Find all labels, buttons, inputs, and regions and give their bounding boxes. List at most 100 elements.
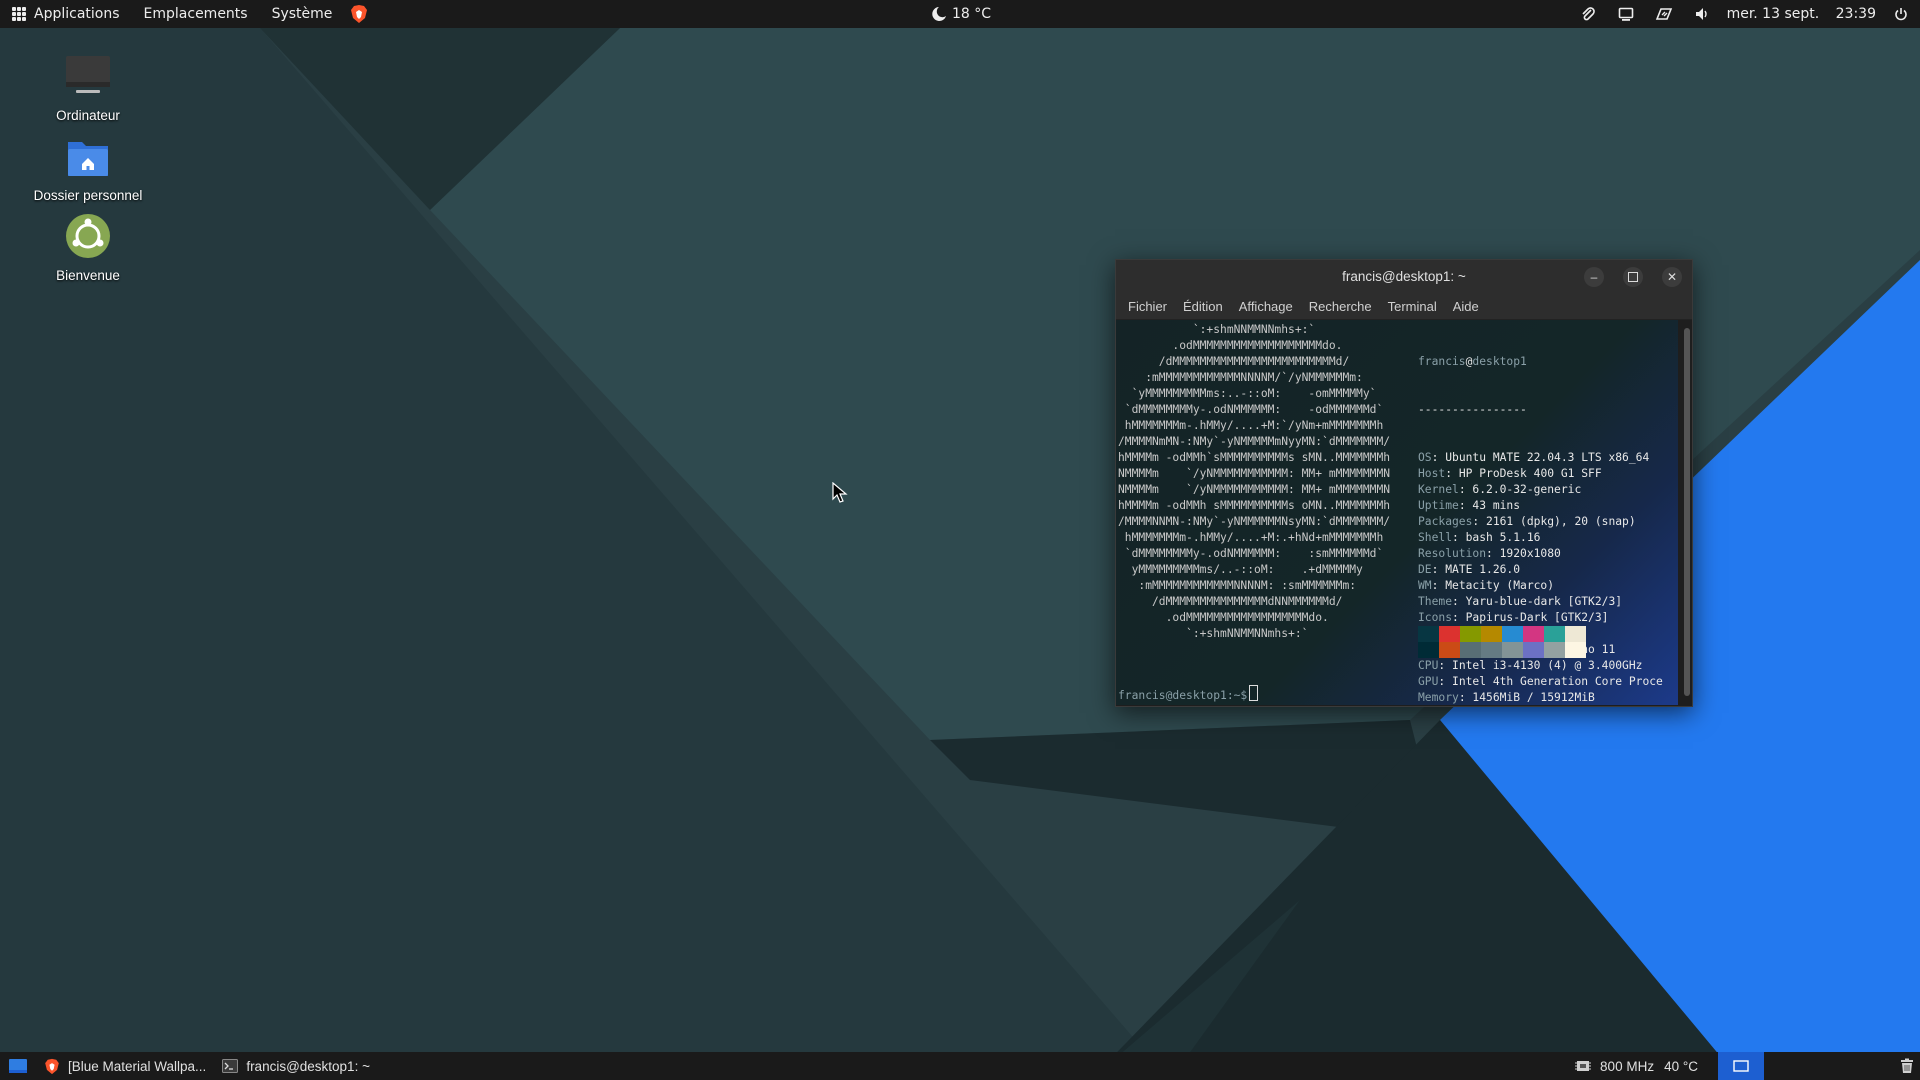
info-value: Ubuntu MATE 22.04.3 LTS x86_64	[1445, 451, 1650, 464]
window-title: francis@desktop1: ~	[1342, 269, 1466, 284]
desktop-icon-welcome[interactable]: Bienvenue	[18, 210, 158, 283]
info-colon: :	[1458, 499, 1473, 512]
info-value: 1920x1080	[1499, 547, 1561, 560]
apps-grid-icon	[12, 7, 26, 21]
info-colon: :	[1486, 547, 1500, 560]
taskbar-item-terminal[interactable]: francis@desktop1: ~	[214, 1052, 378, 1080]
color-swatch	[1565, 626, 1586, 642]
network-tray-icon[interactable]	[1645, 0, 1683, 28]
info-colon: :	[1452, 611, 1466, 624]
color-swatch	[1460, 642, 1481, 658]
menu-affichage[interactable]: Affichage	[1231, 299, 1301, 314]
desktop-icon-label: Bienvenue	[56, 268, 120, 283]
workspace-icon	[1733, 1060, 1749, 1072]
terminal-titlebar[interactable]: francis@desktop1: ~ – ✕	[1116, 260, 1692, 293]
clock-applet[interactable]: mer. 13 sept. 23:39	[1721, 6, 1882, 22]
moon-cloud-icon	[932, 7, 946, 21]
brave-browser-icon	[45, 1058, 59, 1074]
terminal-scrollbar[interactable]	[1684, 328, 1690, 696]
color-swatch	[1418, 642, 1439, 658]
terminal-output[interactable]: `:+shmNNMMNNmhs+:` .odMMMMMMMMMMMMMMMMMM…	[1116, 320, 1678, 705]
info-line: Host: HP ProDesk 400 G1 SFF	[1418, 466, 1663, 482]
clipboard-tray-icon[interactable]	[1569, 0, 1607, 28]
info-colon: :	[1438, 675, 1453, 688]
info-lines: OS: Ubuntu MATE 22.04.3 LTS x86_64 Host: …	[1418, 450, 1663, 705]
bottom-tray: 800 MHz 40 °C	[1566, 1052, 1920, 1080]
menu-recherche[interactable]: Recherche	[1301, 299, 1380, 314]
color-swatch	[1481, 642, 1502, 658]
display-tray-icon[interactable]	[1607, 0, 1645, 28]
speaker-icon	[1695, 8, 1707, 20]
volume-tray-icon[interactable]	[1683, 0, 1721, 28]
info-line: Theme: Yaru-blue-dark [GTK2/3]	[1418, 594, 1663, 610]
desktop-icon-label: Ordinateur	[56, 108, 120, 123]
info-line: CPU: Intel i3-4130 (4) @ 3.400GHz	[1418, 658, 1663, 674]
desktop-icon-computer[interactable]: Ordinateur	[18, 50, 158, 123]
color-palette	[1418, 626, 1586, 658]
menu-aide[interactable]: Aide	[1445, 299, 1487, 314]
cpu-temperature: 40 °C	[1664, 1058, 1698, 1074]
color-swatch	[1502, 642, 1523, 658]
info-value: 1456MiB / 15912MiB	[1472, 691, 1595, 704]
shell-prompt[interactable]: francis@desktop1:~$	[1118, 685, 1259, 704]
prompt-text: francis@desktop1:~$	[1118, 689, 1248, 702]
brave-browser-icon	[351, 5, 368, 23]
show-desktop-button[interactable]	[0, 1052, 36, 1080]
top-panel: Applications Emplacements Système 18 °C	[0, 0, 1920, 28]
info-key: Shell	[1418, 531, 1453, 544]
info-key: Theme	[1418, 595, 1453, 608]
brave-launcher[interactable]	[344, 0, 374, 28]
cpu-frequency: 800 MHz	[1600, 1058, 1655, 1074]
places-menu[interactable]: Emplacements	[132, 0, 260, 28]
info-key: GPU	[1418, 675, 1439, 688]
info-colon: :	[1431, 563, 1446, 576]
menu-fichier[interactable]: Fichier	[1120, 299, 1175, 314]
system-menu[interactable]: Système	[260, 0, 345, 28]
info-line: Resolution: 1920x1080	[1418, 546, 1663, 562]
trash-button[interactable]	[1894, 1052, 1920, 1080]
info-value: Papirus-Dark [GTK2/3]	[1465, 611, 1609, 624]
color-swatch	[1502, 626, 1523, 642]
workspace-switcher[interactable]	[1718, 1052, 1764, 1080]
mouse-pointer-icon	[832, 482, 848, 503]
separator-line: ----------------	[1418, 403, 1527, 416]
info-key: Memory	[1418, 691, 1459, 704]
text-cursor	[1249, 685, 1259, 701]
ubuntu-ascii-logo: `:+shmNNMMNNmhs+:` .odMMMMMMMMMMMMMMMMMM…	[1118, 323, 1391, 640]
minimize-button[interactable]: –	[1584, 267, 1604, 287]
applications-menu[interactable]: Applications	[0, 0, 132, 28]
info-line: GPU: Intel 4th Generation Core Proce	[1418, 674, 1663, 690]
info-line: Memory: 1456MiB / 15912MiB	[1418, 690, 1663, 705]
info-value: Intel i3-4130 (4) @ 3.400GHz	[1452, 659, 1643, 672]
info-line: OS: Ubuntu MATE 22.04.3 LTS x86_64	[1418, 450, 1663, 466]
home-folder-icon	[60, 130, 116, 186]
color-swatch	[1565, 642, 1586, 658]
info-line: Kernel: 6.2.0-32-generic	[1418, 482, 1663, 498]
info-value: MATE 1.26.0	[1445, 563, 1521, 576]
desktop-icon-home-folder[interactable]: Dossier personnel	[18, 130, 158, 203]
minimize-icon: –	[1590, 270, 1598, 284]
cpu-frequency-applet[interactable]: 800 MHz 40 °C	[1566, 1052, 1706, 1080]
weather-applet[interactable]: 18 °C	[930, 0, 991, 28]
close-icon: ✕	[1666, 270, 1678, 284]
info-line: DE: MATE 1.26.0	[1418, 562, 1663, 578]
color-swatch	[1439, 642, 1460, 658]
system-tray: mer. 13 sept. 23:39	[1569, 0, 1920, 28]
info-host: desktop1	[1472, 355, 1527, 368]
info-value: HP ProDesk 400 G1 SFF	[1458, 467, 1602, 480]
info-line: WM: Metacity (Marco)	[1418, 578, 1663, 594]
cpu-icon	[1575, 1061, 1592, 1071]
user-host-line: francis@desktop1	[1418, 354, 1663, 370]
menu-edition[interactable]: Édition	[1175, 299, 1231, 314]
info-value: 2161 (dpkg), 20 (snap)	[1486, 515, 1636, 528]
network-icon	[1655, 8, 1672, 20]
show-desktop-icon	[9, 1059, 27, 1073]
close-button[interactable]: ✕	[1662, 267, 1682, 287]
maximize-button[interactable]	[1623, 267, 1643, 287]
taskbar-item-browser[interactable]: [Blue Material Wallpa...	[36, 1052, 214, 1080]
menu-terminal[interactable]: Terminal	[1380, 299, 1445, 314]
power-button[interactable]	[1882, 0, 1920, 28]
info-value: 43 mins	[1472, 499, 1521, 512]
info-colon: :	[1458, 691, 1473, 704]
info-line: Shell: bash 5.1.16	[1418, 530, 1663, 546]
